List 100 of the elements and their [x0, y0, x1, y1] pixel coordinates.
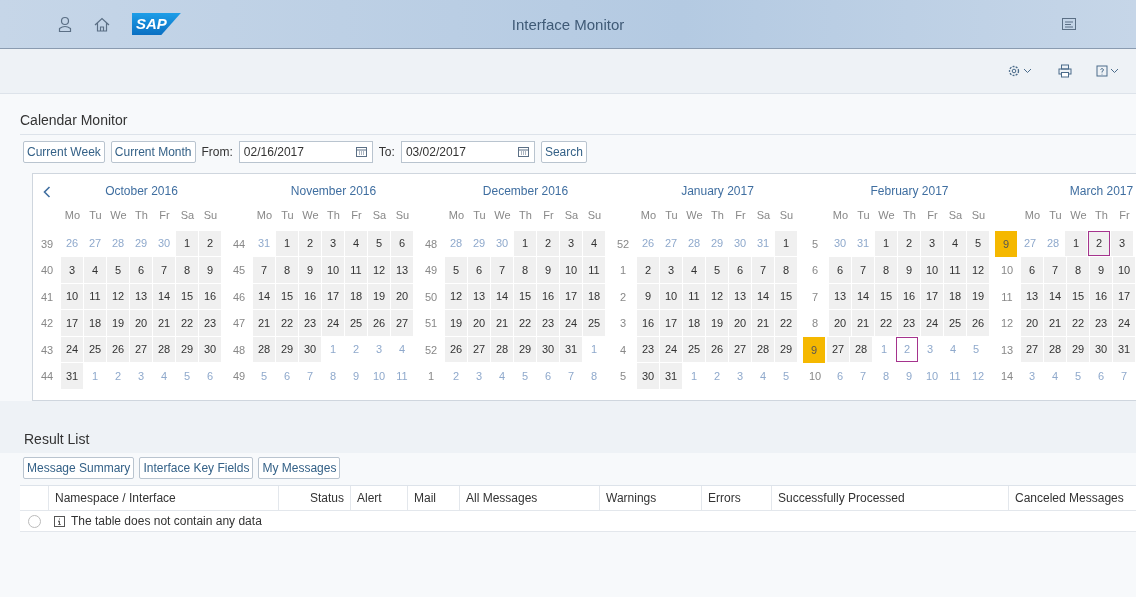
calendar-day[interactable]: 31: [61, 363, 83, 389]
search-button[interactable]: Search: [540, 141, 587, 163]
calendar-day[interactable]: 30: [299, 336, 321, 362]
calendar-day[interactable]: 1: [176, 230, 198, 256]
calendar-day[interactable]: 27: [130, 336, 152, 362]
calendar-day[interactable]: 5: [967, 230, 989, 256]
view-button[interactable]: My Messages: [258, 457, 341, 479]
calendar-day[interactable]: 3: [560, 230, 582, 256]
calendar-day[interactable]: 19: [368, 283, 390, 309]
calendar-day[interactable]: 23: [299, 310, 321, 336]
row-radio[interactable]: [27, 514, 41, 528]
calendar-day[interactable]: 22: [514, 310, 536, 336]
calendar-day[interactable]: 10: [560, 257, 582, 283]
calendar-day[interactable]: 2: [637, 257, 659, 283]
calendar-day[interactable]: 4: [583, 230, 605, 256]
calendar-day[interactable]: 4: [84, 257, 106, 283]
calendar-day[interactable]: 10: [1113, 257, 1135, 283]
calendar-day[interactable]: 28: [253, 336, 275, 362]
calendar-day[interactable]: 26: [706, 336, 728, 362]
user-icon[interactable]: [58, 16, 72, 32]
calendar-day[interactable]: 29: [276, 336, 298, 362]
calendar-day[interactable]: 3: [921, 230, 943, 256]
calendar-day[interactable]: 31: [660, 363, 682, 389]
calendar-day[interactable]: 21: [253, 310, 275, 336]
calendar-day[interactable]: 14: [491, 283, 513, 309]
menu-icon[interactable]: [1062, 18, 1076, 30]
calendar-day[interactable]: 24: [660, 336, 682, 362]
calendar-day[interactable]: 21: [491, 310, 513, 336]
calendar-day[interactable]: 24: [322, 310, 344, 336]
calendar-day[interactable]: 19: [967, 283, 989, 309]
calendar-day[interactable]: 29: [1067, 336, 1089, 362]
calendar-day[interactable]: 13: [1021, 283, 1043, 309]
calendar-day[interactable]: 11: [583, 257, 605, 283]
calendar-day[interactable]: 14: [1044, 283, 1066, 309]
calendar-day[interactable]: 1: [775, 230, 797, 256]
calendar-day[interactable]: 17: [61, 310, 83, 336]
calendar-day[interactable]: 4: [683, 257, 705, 283]
calendar-day[interactable]: 26: [967, 310, 989, 336]
calendar-day[interactable]: 1: [514, 230, 536, 256]
calendar-day[interactable]: 18: [583, 283, 605, 309]
calendar-day[interactable]: 6: [729, 257, 751, 283]
calendar-day[interactable]: 8: [1067, 257, 1089, 283]
calendar-day[interactable]: 8: [875, 257, 897, 283]
calendar-day[interactable]: 22: [775, 310, 797, 336]
previous-icon[interactable]: [43, 186, 51, 198]
calendar-day[interactable]: 9: [1090, 257, 1112, 283]
calendar-day[interactable]: 20: [130, 310, 152, 336]
calendar-day[interactable]: 16: [199, 283, 221, 309]
calendar-day[interactable]: 7: [153, 257, 175, 283]
calendar-day[interactable]: 30: [637, 363, 659, 389]
calendar-day[interactable]: 4: [345, 230, 367, 256]
calendar-day[interactable]: 25: [84, 336, 106, 362]
calendar-day[interactable]: 17: [322, 283, 344, 309]
calendar-icon[interactable]: [355, 146, 367, 157]
calendar-day[interactable]: 16: [299, 283, 321, 309]
calendar-day[interactable]: 30: [1090, 336, 1112, 362]
calendar-day[interactable]: 24: [560, 310, 582, 336]
calendar-day[interactable]: 3: [322, 230, 344, 256]
calendar-day[interactable]: 14: [253, 283, 275, 309]
calendar-day[interactable]: 9: [537, 257, 559, 283]
calendar-day[interactable]: 13: [391, 257, 413, 283]
calendar-day[interactable]: 11: [944, 257, 966, 283]
calendar-day[interactable]: 2: [898, 230, 920, 256]
calendar-day[interactable]: 11: [345, 257, 367, 283]
calendar-day[interactable]: 10: [61, 283, 83, 309]
calendar-day[interactable]: 17: [1113, 283, 1135, 309]
calendar-day[interactable]: 27: [729, 336, 751, 362]
calendar-day[interactable]: 28: [850, 336, 872, 362]
calendar-day[interactable]: 18: [345, 283, 367, 309]
calendar-day[interactable]: 15: [276, 283, 298, 309]
calendar-day[interactable]: 2: [537, 230, 559, 256]
calendar-day[interactable]: 7: [1044, 257, 1066, 283]
calendar-day[interactable]: 16: [898, 283, 920, 309]
calendar-day[interactable]: 13: [130, 283, 152, 309]
calendar-icon[interactable]: [517, 146, 529, 157]
calendar-day[interactable]: 9: [898, 257, 920, 283]
calendar-day[interactable]: 3: [61, 257, 83, 283]
calendar-day[interactable]: 26: [368, 310, 390, 336]
calendar-day[interactable]: 18: [84, 310, 106, 336]
calendar-day[interactable]: 2: [199, 230, 221, 256]
calendar-day[interactable]: 18: [683, 310, 705, 336]
calendar-day[interactable]: 6: [468, 257, 490, 283]
calendar-day[interactable]: 20: [829, 310, 851, 336]
calendar-day[interactable]: 16: [637, 310, 659, 336]
calendar-day[interactable]: 7: [852, 257, 874, 283]
calendar-day[interactable]: 27: [391, 310, 413, 336]
calendar-day[interactable]: 20: [391, 283, 413, 309]
calendar-day[interactable]: 25: [683, 336, 705, 362]
calendar-day[interactable]: 17: [660, 310, 682, 336]
calendar-day[interactable]: 31: [560, 336, 582, 362]
calendar-day[interactable]: 4: [944, 230, 966, 256]
calendar-day[interactable]: 8: [176, 257, 198, 283]
calendar-day[interactable]: 6: [391, 230, 413, 256]
calendar-day[interactable]: 5: [706, 257, 728, 283]
calendar-day[interactable]: 25: [583, 310, 605, 336]
calendar-day[interactable]: 11: [683, 283, 705, 309]
calendar-day[interactable]: 16: [1090, 283, 1112, 309]
calendar-day[interactable]: 25: [944, 310, 966, 336]
calendar-day[interactable]: 26: [445, 336, 467, 362]
calendar-day[interactable]: 27: [827, 336, 849, 362]
